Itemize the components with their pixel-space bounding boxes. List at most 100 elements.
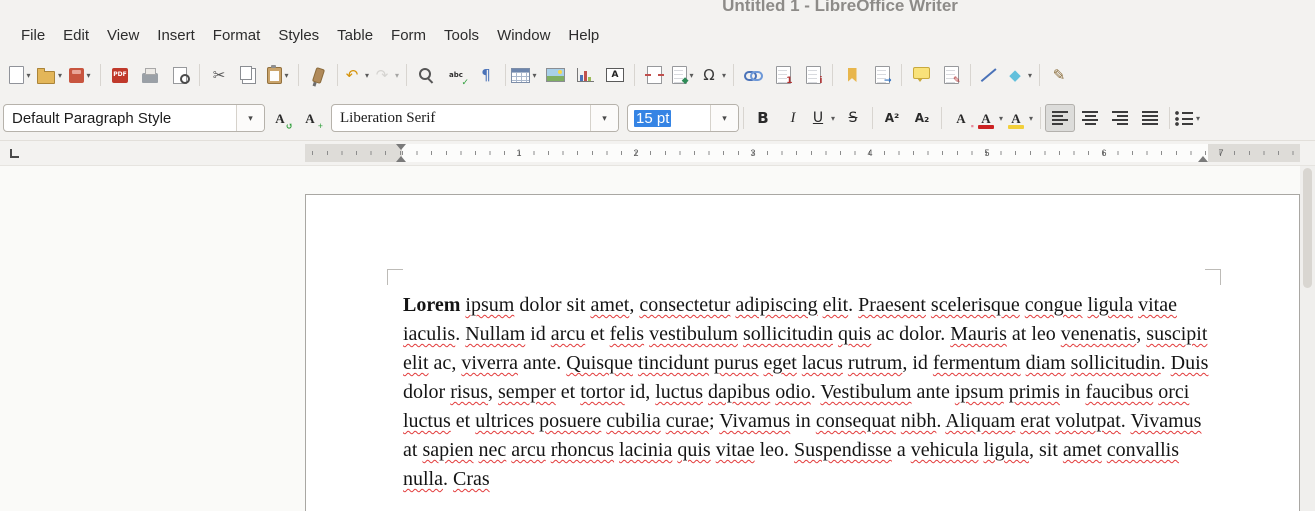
insert-endnote-button[interactable]: i [798,61,828,89]
insert-table-button[interactable]: ▾ [510,61,540,89]
scrollbar-thumb[interactable] [1303,168,1312,288]
font-size-dropdown-button[interactable]: ▾ [710,105,738,131]
undo-button[interactable]: ↶▾ [342,61,372,89]
find-and-replace-button[interactable] [411,61,441,89]
print-button[interactable] [135,61,165,89]
font-color-button[interactable]: A▾ [976,104,1006,132]
dropdown-arrow-icon[interactable]: ▾ [362,71,372,80]
insert-footnote-button[interactable]: 1 [768,61,798,89]
insert-line-button[interactable] [975,61,1005,89]
word: Mauris [950,323,1007,345]
vertical-scrollbar[interactable] [1300,166,1315,511]
insert-chart-icon [577,68,594,82]
dropdown-arrow-icon[interactable]: ▾ [84,71,94,80]
insert-text-box-button[interactable]: A [600,61,630,89]
italic-button[interactable]: I [778,104,808,132]
strikethrough-button[interactable]: S [838,104,868,132]
dropdown-arrow-icon[interactable]: ▾ [828,114,838,123]
align-center-icon [1082,111,1098,125]
superscript-button[interactable]: A² [877,104,907,132]
formatting-marks-button[interactable]: ¶ [471,61,501,89]
redo-button[interactable]: ↷▾ [372,61,402,89]
insert-cross-reference-button[interactable]: → [867,61,897,89]
menu-insert[interactable]: Insert [148,22,204,49]
bold-button[interactable]: B [748,104,778,132]
tab-stop-selector-icon[interactable] [10,149,19,158]
document-page[interactable]: Lorem ipsum dolor sit amet, consectetur … [305,194,1300,511]
font-size-combo[interactable]: 15 pt ▾ [627,104,739,132]
menu-edit[interactable]: Edit [54,22,98,49]
word: sit [1039,439,1058,461]
track-changes-button[interactable]: ✎ [936,61,966,89]
paste-button[interactable]: ▾ [264,61,294,89]
insert-hyperlink-button[interactable] [738,61,768,89]
insert-special-character-button[interactable]: Ω▾ [699,61,729,89]
font-name-dropdown-button[interactable]: ▾ [590,105,618,131]
paragraph-style-dropdown-button[interactable]: ▾ [236,105,264,131]
insert-bookmark-button[interactable] [837,61,867,89]
dropdown-arrow-icon[interactable]: ▾ [392,71,402,80]
menu-table[interactable]: Table [328,22,382,49]
first-line-indent-marker[interactable] [396,144,406,150]
dropdown-arrow-icon[interactable]: ▾ [1193,114,1203,123]
copy-button[interactable] [234,61,264,89]
paragraph-style-value[interactable]: Default Paragraph Style [4,105,236,131]
menu-styles[interactable]: Styles [269,22,328,49]
word: curae [666,410,709,432]
dropdown-arrow-icon[interactable]: ▾ [530,71,540,80]
show-draw-functions-button[interactable]: ✎ [1044,61,1074,89]
left-indent-marker[interactable] [396,156,406,162]
save-button[interactable]: ▾ [66,61,96,89]
subscript-button[interactable]: A₂ [907,104,937,132]
word: tincidunt [638,352,709,374]
insert-page-break-button[interactable] [639,61,669,89]
clone-formatting-button[interactable] [303,61,333,89]
menu-window[interactable]: Window [488,22,559,49]
menu-form[interactable]: Form [382,22,435,49]
toolbar-separator [901,64,902,86]
align-center-button[interactable] [1075,104,1105,132]
word: leo [1031,323,1055,345]
right-indent-marker[interactable] [1198,156,1208,162]
open-file-button[interactable]: ▾ [36,61,66,89]
highlighting-color-button[interactable]: A▾ [1006,104,1036,132]
print-preview-button[interactable] [165,61,195,89]
insert-comment-button[interactable] [906,61,936,89]
unordered-list-button[interactable]: ▾ [1174,104,1204,132]
dropdown-arrow-icon[interactable]: ▾ [1026,114,1036,123]
ruler[interactable]: 1234567 [0,141,1315,165]
word: luctus [655,381,703,403]
insert-image-button[interactable] [540,61,570,89]
ruler-scale[interactable]: 1234567 [305,144,1300,162]
menu-file[interactable]: File [12,22,54,49]
spelling-button[interactable]: abc✓ [441,61,471,89]
paragraph-style-combo[interactable]: Default Paragraph Style ▾ [3,104,265,132]
update-style-button[interactable]: A↺ [265,104,295,132]
dropdown-arrow-icon[interactable]: ▾ [24,71,34,80]
document-paragraph[interactable]: Lorem ipsum dolor sit amet, consectetur … [403,291,1209,494]
menu-view[interactable]: View [98,22,148,49]
font-name-combo[interactable]: Liberation Serif ▾ [331,104,619,132]
dropdown-arrow-icon[interactable]: ▾ [996,114,1006,123]
align-right-button[interactable] [1105,104,1135,132]
dropdown-arrow-icon[interactable]: ▾ [1025,71,1035,80]
clear-direct-formatting-button[interactable]: A▪ [946,104,976,132]
align-left-button[interactable] [1045,104,1075,132]
export-pdf-button[interactable]: PDF [105,61,135,89]
justified-button[interactable] [1135,104,1165,132]
font-size-value[interactable]: 15 pt [628,105,710,131]
menu-tools[interactable]: Tools [435,22,488,49]
insert-field-button[interactable]: ◆▾ [669,61,699,89]
dropdown-arrow-icon[interactable]: ▾ [55,71,65,80]
dropdown-arrow-icon[interactable]: ▾ [719,71,729,80]
font-name-value[interactable]: Liberation Serif [332,105,590,131]
underline-button[interactable]: U▾ [808,104,838,132]
dropdown-arrow-icon[interactable]: ▾ [282,71,292,80]
cut-button[interactable]: ✂ [204,61,234,89]
new-style-button[interactable]: A+ [295,104,325,132]
insert-chart-button[interactable] [570,61,600,89]
menu-help[interactable]: Help [559,22,608,49]
menu-format[interactable]: Format [204,22,270,49]
new-document-button[interactable]: ▾ [6,61,36,89]
basic-shapes-button[interactable]: ◆▾ [1005,61,1035,89]
